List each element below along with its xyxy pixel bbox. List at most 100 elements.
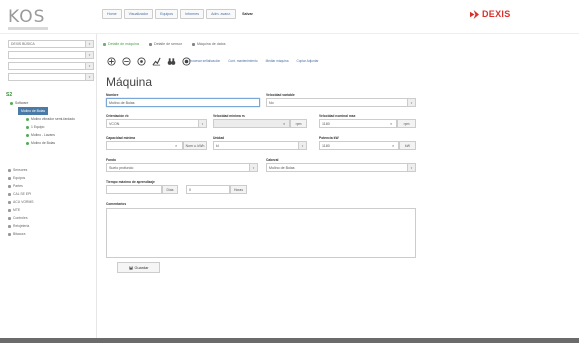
nominal-speed-input[interactable]: 1180 <box>319 119 397 128</box>
nav-equipment-button[interactable]: Equipos <box>155 9 179 19</box>
power-unit: kW <box>399 141 416 150</box>
status-dot-icon <box>26 141 29 145</box>
tree-node-label: Molino vibrador semi-fardado <box>31 117 75 121</box>
capacity-input[interactable] <box>106 141 183 150</box>
logo-text: KOS <box>8 7 46 27</box>
tab-icon <box>103 42 106 46</box>
chart-line-icon[interactable] <box>151 56 161 66</box>
chevron-down-icon: ▾ <box>198 120 206 127</box>
nav-home-button[interactable]: Home <box>102 9 122 19</box>
status-dot-icon <box>26 125 29 129</box>
site-select[interactable]: DEXIS BÚSICA ▾ <box>8 40 94 48</box>
remove-circle-icon[interactable] <box>121 56 131 66</box>
measure-machine-link[interactable]: Mediar máquina <box>266 59 289 63</box>
clear-icon[interactable]: × <box>283 121 285 126</box>
menu-item-sensores[interactable]: Sensores <box>8 166 34 174</box>
nominal-speed-label: Velocidad nominal max <box>319 114 356 118</box>
menu-item-equipos[interactable]: Equipos <box>8 174 34 182</box>
save-button-label: Guardar <box>134 265 149 270</box>
menu-icon <box>8 216 11 220</box>
power-value: 1180 <box>322 143 330 148</box>
clear-icon[interactable]: × <box>390 121 392 126</box>
min-speed-label: Velocidad mínima rs <box>213 114 245 118</box>
nav-reports-button[interactable]: Informes <box>180 9 205 19</box>
menu-item-label: Controles <box>13 216 28 220</box>
unit-select[interactable]: kI ▾ <box>213 141 307 150</box>
menu-item-partes[interactable]: Partes <box>8 182 34 190</box>
menu-item-label: Partes <box>13 184 23 188</box>
dexis-brand: DEXIS <box>470 9 511 19</box>
tree-node-label: 1 Equipo <box>31 125 45 129</box>
learning-hours-input[interactable]: 0 <box>186 185 230 194</box>
add-circle-icon[interactable] <box>106 56 116 66</box>
binoculars-icon[interactable] <box>166 56 176 66</box>
kos-logo[interactable]: KOS <box>8 7 48 30</box>
menu-icon <box>8 168 11 172</box>
min-speed-unit: rpm <box>290 119 307 128</box>
comments-textarea[interactable] <box>106 208 416 258</box>
chevron-down-icon: ▾ <box>85 52 93 58</box>
chevron-down-icon: ▾ <box>407 164 415 171</box>
name-input[interactable]: Molino de Bolas <box>106 98 260 107</box>
nav-save-label: Salvar <box>242 12 253 16</box>
nav-home-label: Home <box>107 12 117 16</box>
tree-node-label: Molino de Bolas <box>31 141 56 145</box>
nav-save-button[interactable]: Salvar <box>238 9 257 19</box>
nav-admin-button[interactable]: Adm. avanz. <box>206 9 237 19</box>
comments-label: Comentarios <box>106 202 127 206</box>
line-select[interactable]: ▾ <box>8 62 94 70</box>
menu-item-mte[interactable]: MTE <box>8 206 34 214</box>
tree-node-molino-vibrador[interactable]: Molino vibrador semi-fardado <box>6 115 75 123</box>
capacity-label: Capacidad mínima <box>106 136 136 140</box>
clear-icon[interactable]: × <box>392 143 394 148</box>
copy-attach-link[interactable]: Copiar Adjuntar <box>296 59 318 63</box>
tree-root[interactable]: S2 <box>6 91 75 99</box>
save-button[interactable]: Guardar <box>117 262 160 273</box>
menu-item-acu[interactable]: ACU VORMS <box>8 198 34 206</box>
learning-days-input[interactable] <box>106 185 162 194</box>
menu-icon <box>8 200 11 204</box>
tree-node-equipo[interactable]: 1 Equipo <box>6 123 75 131</box>
tab-label: Detalle de máquina <box>108 42 139 46</box>
menu-item-controles[interactable]: Controles <box>8 214 34 222</box>
tab-icon <box>191 42 195 46</box>
detail-tabs: Detalle de máquina Detalle de sensor Máq… <box>103 42 226 46</box>
chevron-down-icon: ▾ <box>407 99 415 106</box>
machine-select[interactable]: ▾ <box>8 73 94 81</box>
background-select[interactable]: Suelo profundo ▾ <box>106 163 258 172</box>
nav-visualizer-button[interactable]: Visualizador <box>123 9 154 19</box>
tree-node-molino-lavans[interactable]: Molino - Lavans <box>6 131 75 139</box>
maintenance-link[interactable]: Cont. mantenimiento <box>228 59 257 63</box>
tab-label: Máquina de datos <box>196 42 226 46</box>
menu-item-bitacora[interactable]: Bitacora <box>8 230 34 238</box>
power-input[interactable]: 1180 <box>319 141 399 150</box>
min-speed-input[interactable] <box>213 119 290 128</box>
name-input-value: Molino de Bolas <box>109 100 135 105</box>
tree-node-label: Molino - Lavans <box>31 133 55 137</box>
capacity-unit: Nom u. kWh <box>183 141 207 150</box>
target-circle-icon[interactable] <box>136 56 146 66</box>
chevron-down-icon: ▾ <box>298 142 306 149</box>
head-select[interactable]: Molino de Bolas ▾ <box>266 163 416 172</box>
variable-speed-select[interactable]: No ▾ <box>266 98 416 107</box>
orientation-label: Orientación rb <box>106 114 129 118</box>
action-links: Procesar señalización Cont. mantenimient… <box>189 59 318 63</box>
area-select[interactable]: ▾ <box>8 51 94 59</box>
tab-sensor-detail[interactable]: Detalle de sensor <box>148 42 182 46</box>
tab-machine-detail[interactable]: Detalle de máquina <box>103 42 139 46</box>
unit-select-value: kI <box>216 143 219 148</box>
chevron-down-icon: ▾ <box>85 74 93 80</box>
chevron-down-icon: ▾ <box>85 63 93 69</box>
clear-icon[interactable]: × <box>175 143 177 148</box>
tree-node-molino-bolas[interactable]: Molino de Bolas <box>6 139 75 147</box>
tree-node-molino-selected[interactable]: Molino de Bolas <box>18 107 49 115</box>
menu-icon <box>8 176 11 180</box>
process-signal-link[interactable]: Procesar señalización <box>189 59 220 63</box>
dexis-arrow-icon <box>470 9 479 19</box>
menu-item-cal[interactable]: CAL SE EPI <box>8 190 34 198</box>
orientation-select[interactable]: VCON ▾ <box>106 119 207 128</box>
tab-data-machine[interactable]: Máquina de datos <box>191 42 226 46</box>
menu-item-label: ACU VORMS <box>13 200 34 204</box>
menu-item-relojeteria[interactable]: Relojeteria <box>8 222 34 230</box>
tree-node-software[interactable]: Software <box>6 99 75 107</box>
